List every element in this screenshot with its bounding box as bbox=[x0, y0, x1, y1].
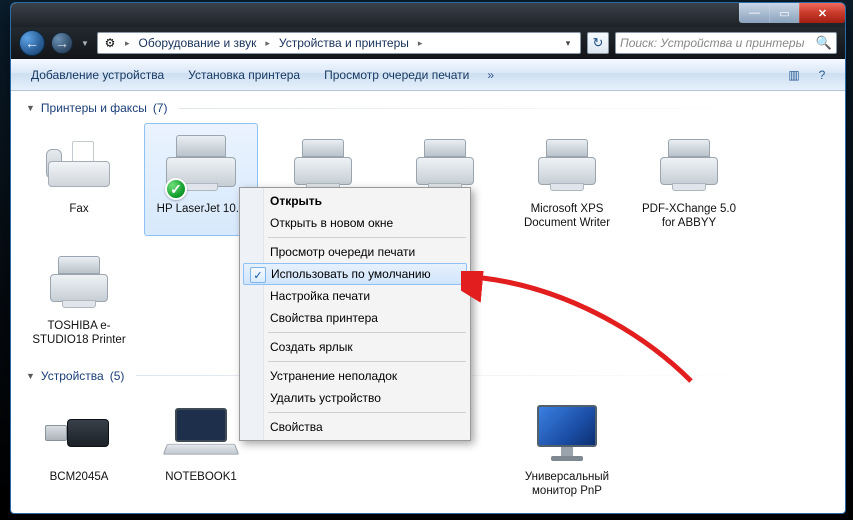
menu-remove-device[interactable]: Удалить устройство bbox=[242, 387, 468, 409]
device-label: NOTEBOOK1 bbox=[165, 470, 237, 484]
menu-separator bbox=[268, 361, 466, 362]
search-input[interactable]: Поиск: Устройства и принтеры 🔍 bbox=[615, 32, 837, 54]
context-menu: Открыть Открыть в новом окне Просмотр оч… bbox=[239, 187, 471, 441]
printer-icon bbox=[532, 139, 602, 191]
address-bar[interactable]: ⚙ ▸ Оборудование и звук ▸ Устройства и п… bbox=[97, 32, 581, 54]
search-placeholder: Поиск: Устройства и принтеры bbox=[620, 36, 804, 50]
printer-icon bbox=[288, 139, 358, 191]
crumb-sep-icon: ▸ bbox=[122, 38, 133, 49]
maximize-button[interactable]: ▭ bbox=[769, 3, 799, 23]
device-label: PDF-XChange 5.0 for ABBYY bbox=[637, 202, 741, 231]
titlebar[interactable]: — ▭ ✕ bbox=[11, 3, 845, 27]
device-label: Fax bbox=[69, 202, 88, 216]
menu-set-default[interactable]: ✓ Использовать по умолчанию bbox=[243, 263, 467, 285]
printer-icon bbox=[44, 256, 114, 308]
minimize-button[interactable]: — bbox=[739, 3, 769, 23]
menu-separator bbox=[268, 237, 466, 238]
monitor-icon bbox=[535, 405, 599, 461]
nav-history-dropdown[interactable]: ▼ bbox=[79, 39, 91, 48]
cmd-overflow[interactable]: » bbox=[483, 68, 498, 82]
menu-print-setup[interactable]: Настройка печати bbox=[242, 285, 468, 307]
collapse-icon[interactable]: ▼ bbox=[26, 371, 35, 381]
menu-separator bbox=[268, 412, 466, 413]
device-item-toshiba[interactable]: TOSHIBA e-STUDIO18 Printer bbox=[22, 240, 136, 353]
menu-separator bbox=[268, 332, 466, 333]
menu-open[interactable]: Открыть bbox=[242, 190, 468, 212]
group-title: Принтеры и факсы bbox=[41, 101, 147, 115]
cmd-add-printer[interactable]: Установка принтера bbox=[178, 64, 310, 86]
nav-back-button[interactable]: ← bbox=[19, 30, 45, 56]
menu-troubleshoot[interactable]: Устранение неполадок bbox=[242, 365, 468, 387]
crumb-sep-icon: ▸ bbox=[262, 38, 273, 49]
device-label: Универсальный монитор PnP bbox=[515, 470, 619, 499]
command-bar: Добавление устройства Установка принтера… bbox=[11, 59, 845, 91]
menu-view-queue[interactable]: Просмотр очереди печати bbox=[242, 241, 468, 263]
breadcrumb-devices-printers[interactable]: Устройства и принтеры bbox=[277, 36, 411, 50]
explorer-window: — ▭ ✕ ← → ▼ ⚙ ▸ Оборудование и звук ▸ Ус… bbox=[10, 2, 846, 514]
collapse-icon[interactable]: ▼ bbox=[26, 103, 35, 113]
cmd-add-device[interactable]: Добавление устройства bbox=[21, 64, 174, 86]
group-title: Устройства bbox=[41, 369, 104, 383]
divider bbox=[179, 108, 830, 109]
laptop-icon bbox=[165, 408, 237, 458]
group-count: (5) bbox=[110, 369, 125, 383]
breadcrumb-hardware-sound[interactable]: Оборудование и звук bbox=[137, 36, 259, 50]
check-icon: ✓ bbox=[250, 267, 266, 283]
nav-forward-button[interactable]: → bbox=[51, 32, 73, 54]
device-item-monitor[interactable]: Универсальный монитор PnP bbox=[510, 391, 624, 504]
menu-printer-properties[interactable]: Свойства принтера bbox=[242, 307, 468, 329]
device-item-fax[interactable]: Fax bbox=[22, 123, 136, 236]
device-item-pdf-xchange[interactable]: PDF-XChange 5.0 for ABBYY bbox=[632, 123, 746, 236]
crumb-sep-icon: ▸ bbox=[415, 38, 426, 49]
nav-row: ← → ▼ ⚙ ▸ Оборудование и звук ▸ Устройст… bbox=[11, 27, 845, 59]
group-count: (7) bbox=[153, 101, 168, 115]
device-label: Microsoft XPS Document Writer bbox=[515, 202, 619, 231]
refresh-button[interactable]: ↻ bbox=[587, 32, 609, 54]
view-options-button[interactable]: ▥ bbox=[781, 64, 807, 86]
printer-icon bbox=[654, 139, 724, 191]
menu-create-shortcut[interactable]: Создать ярлык bbox=[242, 336, 468, 358]
device-label: HP LaserJet 10... bbox=[157, 202, 246, 216]
usb-icon bbox=[45, 411, 113, 455]
cmd-view-queue[interactable]: Просмотр очереди печати bbox=[314, 64, 479, 86]
menu-open-new-window[interactable]: Открыть в новом окне bbox=[242, 212, 468, 234]
close-button[interactable]: ✕ bbox=[799, 3, 845, 23]
device-label: BCM2045A bbox=[50, 470, 109, 484]
address-dropdown-icon[interactable]: ▾ bbox=[560, 38, 576, 49]
help-button[interactable]: ? bbox=[809, 64, 835, 86]
location-icon: ⚙ bbox=[102, 35, 118, 51]
group-header-printers[interactable]: ▼ Принтеры и факсы (7) bbox=[12, 91, 844, 121]
device-label: TOSHIBA e-STUDIO18 Printer bbox=[27, 319, 131, 348]
menu-properties[interactable]: Свойства bbox=[242, 416, 468, 438]
device-item-xps[interactable]: Microsoft XPS Document Writer bbox=[510, 123, 624, 236]
default-check-icon: ✓ bbox=[165, 178, 187, 200]
menu-label: Использовать по умолчанию bbox=[271, 267, 431, 281]
search-icon[interactable]: 🔍 bbox=[816, 35, 832, 51]
fax-icon bbox=[46, 139, 112, 191]
printer-icon bbox=[410, 139, 480, 191]
device-item-bcm2045a[interactable]: BCM2045A bbox=[22, 391, 136, 504]
